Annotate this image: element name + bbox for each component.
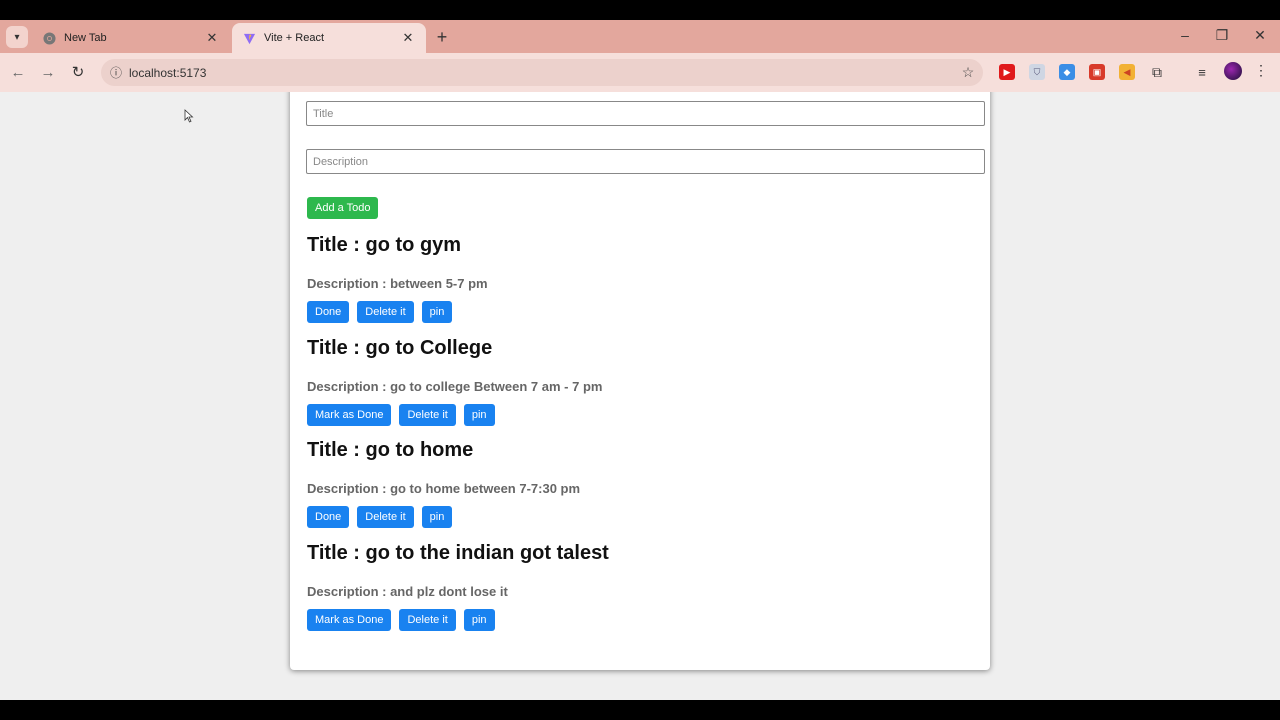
tab-search-button[interactable]: ▾ <box>6 26 28 48</box>
minimize-icon: – <box>1181 27 1189 43</box>
extension-icon[interactable]: ▣ <box>1089 64 1105 80</box>
more-menu-icon[interactable]: ⋮ <box>1254 62 1268 79</box>
delete-button[interactable]: Delete it <box>399 404 456 426</box>
reload-icon: ↻ <box>71 64 85 81</box>
delete-button[interactable]: Delete it <box>357 301 414 323</box>
megaphone-extension-icon[interactable]: ◀ <box>1119 64 1135 80</box>
todo-title: Title : go to College <box>307 337 493 359</box>
browser-toolbar: ← → ↻ ⓘ localhost:5173 ☆ ▶ ⛉ ◆ ▣ ◀ ⧉ ≡ ⋮ <box>0 53 1280 92</box>
address-bar[interactable]: ⓘ localhost:5173 ☆ <box>101 59 983 86</box>
todo-description: Description : between 5-7 pm <box>307 276 488 291</box>
close-icon[interactable]: ✕ <box>204 30 220 46</box>
youtube-extension-icon[interactable]: ▶ <box>999 64 1015 80</box>
extension-icon[interactable]: ◆ <box>1059 64 1075 80</box>
todo-actions: Done Delete it pin <box>307 301 967 323</box>
add-todo-button[interactable]: Add a Todo <box>307 197 379 219</box>
todo-description: Description : go to college Between 7 am… <box>307 379 603 394</box>
mark-as-done-button[interactable]: Mark as Done <box>307 609 392 631</box>
screen-bottom-bar <box>0 700 1280 720</box>
screen-top-bar <box>0 0 1280 20</box>
todo-description: Description : go to home between 7-7:30 … <box>307 481 581 496</box>
todo-title: Title : go to gym <box>307 234 462 256</box>
mark-as-done-button[interactable]: Mark as Done <box>307 404 392 426</box>
reading-list-icon[interactable]: ≡ <box>1194 64 1210 80</box>
delete-button[interactable]: Delete it <box>399 609 456 631</box>
puzzle-extensions-icon[interactable]: ⧉ <box>1149 64 1165 80</box>
close-icon[interactable]: ✕ <box>400 30 416 46</box>
restore-icon: ❐ <box>1215 27 1229 43</box>
tab-label: Vite + React <box>264 32 325 44</box>
todo-app-card: Add a Todo Title : go to gym Description… <box>290 92 990 670</box>
todo-item: Title : go to gym Description : between … <box>307 234 967 323</box>
todo-title: Title : go to the indian got talest <box>307 542 609 564</box>
pin-button[interactable]: pin <box>463 404 495 426</box>
minimize-button[interactable]: – <box>1175 27 1195 43</box>
plus-icon: + <box>436 27 448 47</box>
todo-description: Description : and plz dont lose it <box>307 584 508 599</box>
arrow-right-icon: → <box>40 64 56 81</box>
todo-actions: Done Delete it pin <box>307 506 967 528</box>
arrow-left-icon: ← <box>10 64 26 81</box>
close-icon: ✕ <box>1254 27 1266 43</box>
back-button[interactable]: ← <box>8 63 28 83</box>
reload-button[interactable]: ↻ <box>68 63 88 83</box>
todo-item: Title : go to College Description : go t… <box>307 337 967 426</box>
todo-actions: Mark as Done Delete it pin <box>307 609 967 631</box>
tab-label: New Tab <box>64 32 107 44</box>
done-button[interactable]: Done <box>307 506 350 528</box>
shield-extension-icon[interactable]: ⛉ <box>1029 64 1045 80</box>
delete-button[interactable]: Delete it <box>357 506 414 528</box>
description-input[interactable] <box>306 149 985 174</box>
pin-button[interactable]: pin <box>463 609 495 631</box>
mouse-cursor-icon <box>184 109 194 123</box>
chrome-icon <box>42 31 56 45</box>
done-button[interactable]: Done <box>307 301 350 323</box>
pin-button[interactable]: pin <box>421 506 453 528</box>
tab-vite-react[interactable]: Vite + React ✕ <box>232 23 426 53</box>
restore-button[interactable]: ❐ <box>1212 27 1232 44</box>
forward-button[interactable]: → <box>38 63 58 83</box>
title-input[interactable] <box>306 101 985 126</box>
profile-avatar[interactable] <box>1224 62 1242 80</box>
url-text: localhost:5173 <box>129 65 207 80</box>
new-tab-button[interactable]: + <box>432 28 452 48</box>
todo-item: Title : go to the indian got talest Desc… <box>307 542 967 631</box>
vite-icon <box>242 31 256 45</box>
tab-strip: ▾ New Tab ✕ Vite + React ✕ + – ❐ ✕ <box>0 20 1280 53</box>
close-window-button[interactable]: ✕ <box>1250 27 1270 44</box>
bookmark-star-icon[interactable]: ☆ <box>953 64 983 81</box>
page-viewport: Add a Todo Title : go to gym Description… <box>0 92 1280 700</box>
todo-item: Title : go to home Description : go to h… <box>307 439 967 528</box>
pin-button[interactable]: pin <box>421 301 453 323</box>
chevron-down-icon: ▾ <box>14 31 20 43</box>
site-info-icon[interactable]: ⓘ <box>103 64 129 81</box>
tab-new-tab[interactable]: New Tab ✕ <box>32 23 230 53</box>
todo-title: Title : go to home <box>307 439 474 461</box>
todo-actions: Mark as Done Delete it pin <box>307 404 967 426</box>
